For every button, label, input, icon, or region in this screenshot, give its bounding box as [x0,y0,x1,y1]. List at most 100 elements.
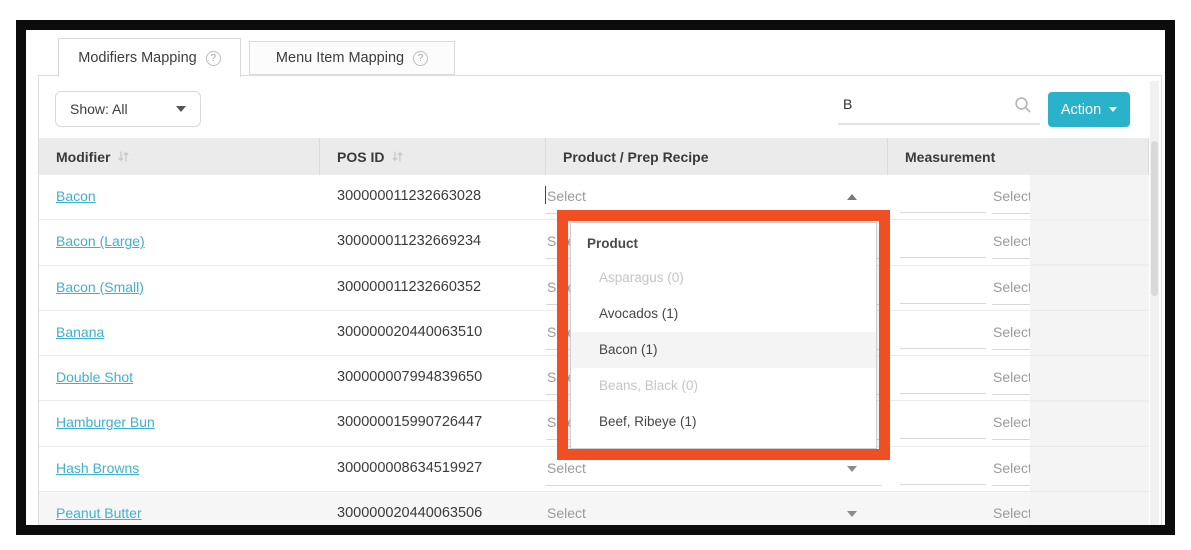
text-cursor [545,186,546,204]
scrollbar-thumb[interactable] [1151,141,1158,296]
measurement-quantity-input[interactable] [900,319,986,349]
measurement-quantity-input[interactable] [900,455,986,485]
pos-id-value: 300000020440063506 [337,505,482,521]
select-underline [992,349,1030,350]
dropdown-option[interactable]: Asparagus (0) [571,260,876,296]
measurement-unit-select[interactable]: Select [992,175,1030,220]
modifier-link[interactable]: Banana [56,324,104,340]
select-underline [546,485,882,486]
app-window-frame: Modifiers Mapping ? Menu Item Mapping ? … [16,20,1175,535]
chevron-down-icon [176,106,186,112]
select-underline [992,304,1030,305]
search-icon [1014,96,1032,119]
table-row: Banana 300000020440063510 Select Select [39,311,1030,356]
dropdown-option[interactable]: Beef, Ribeye (1) [571,404,876,440]
column-label: Modifier [56,149,110,165]
select-underline [992,213,1030,214]
measurement-quantity-input[interactable] [900,274,986,304]
table-row: Double Shot 300000007994839650 Select Se… [39,356,1030,401]
column-header-product-prep-recipe: Product / Prep Recipe [546,138,888,175]
column-header-pos-id[interactable]: POS ID [320,138,546,175]
select-underline [992,485,1030,486]
app-content: Modifiers Mapping ? Menu Item Mapping ? … [26,30,1165,525]
select-placeholder: Select [547,505,586,521]
chevron-icon [847,194,857,200]
product-recipe-select[interactable]: Select [546,447,883,492]
measurement-quantity-input[interactable] [900,228,986,258]
vertical-scrollbar[interactable] [1150,81,1159,526]
select-placeholder: Select [993,279,1030,295]
tab-label: Modifiers Mapping [78,50,196,66]
select-underline [992,394,1030,395]
table-header: Modifier POS ID Product / Prep Recipe Me… [39,138,1149,175]
pos-id-value: 300000011232663028 [337,188,481,204]
modifier-link[interactable]: Bacon [56,188,96,204]
table-row: Peanut Butter 300000020440063506 Select … [39,492,1030,526]
measurement-unit-select[interactable]: Select [992,266,1030,311]
action-button[interactable]: Action [1048,92,1130,127]
measurement-quantity-input[interactable] [900,364,986,394]
modifier-link[interactable]: Bacon (Large) [56,233,145,249]
dropdown-group-label: Product [571,223,876,260]
column-header-modifier[interactable]: Modifier [39,138,320,175]
select-underline [992,439,1030,440]
measurement-unit-select[interactable]: Select [992,447,1030,492]
measurement-quantity-input[interactable] [900,500,986,526]
measurement-unit-select[interactable]: Select [992,401,1030,446]
measurement-unit-select[interactable]: Select [992,311,1030,356]
tab-modifiers-mapping[interactable]: Modifiers Mapping ? [58,38,241,77]
select-placeholder: Select [993,505,1030,521]
pos-id-value: 300000008634519927 [337,460,482,476]
table-rows: Bacon 300000011232663028 Select Select B… [39,175,1030,526]
select-placeholder: Select [993,233,1030,249]
select-placeholder: Select [993,188,1030,204]
table-row: Bacon (Large) 300000011232669234 Select … [39,220,1030,265]
measurement-unit-select[interactable]: Select [992,220,1030,265]
dropdown-option[interactable]: Avocados (1) [571,296,876,332]
modifier-link[interactable]: Hash Browns [56,460,139,476]
pos-id-value: 300000015990726447 [337,414,482,430]
modifier-link[interactable]: Hamburger Bun [56,414,155,430]
measurement-unit-select[interactable]: Select [992,356,1030,401]
search-input[interactable]: B [843,96,852,112]
measurement-quantity-input[interactable] [900,183,986,213]
dropdown-option[interactable]: Beef, Ribeye (0) [571,440,876,449]
modifier-link[interactable]: Peanut Butter [56,505,142,521]
modifier-link[interactable]: Double Shot [56,369,133,385]
select-placeholder: Select [547,460,586,476]
table-row: Bacon (Small) 300000011232660352 Select … [39,266,1030,311]
chevron-down-icon [1109,107,1117,112]
select-underline [546,213,882,214]
select-placeholder: Select [993,369,1030,385]
pos-id-value: 300000020440063510 [337,324,482,340]
modifier-link[interactable]: Bacon (Small) [56,279,144,295]
pos-id-value: 300000007994839650 [337,369,482,385]
tab-menu-item-mapping[interactable]: Menu Item Mapping ? [249,41,455,75]
select-placeholder: Select [993,324,1030,340]
table-right-shade [1030,175,1149,526]
action-button-label: Action [1061,102,1101,118]
product-select-dropdown: Product Asparagus (0)Avocados (1)Bacon (… [570,222,877,449]
select-placeholder: Select [547,188,586,204]
column-label: Product / Prep Recipe [563,149,708,165]
dropdown-option[interactable]: Beans, Black (0) [571,368,876,404]
show-filter-dropdown[interactable]: Show: All [55,91,201,127]
help-icon[interactable]: ? [413,51,428,66]
help-icon[interactable]: ? [206,51,221,66]
select-placeholder: Select [993,414,1030,430]
dropdown-option-list: Asparagus (0)Avocados (1)Bacon (1)Beans,… [571,260,876,449]
chevron-icon [847,466,857,472]
measurement-unit-select[interactable]: Select [992,492,1030,526]
dropdown-option[interactable]: Bacon (1) [571,332,876,368]
sort-icon [391,150,404,163]
measurement-quantity-input[interactable] [900,409,986,439]
column-header-measurement: Measurement [888,138,1149,175]
select-placeholder: Select [993,460,1030,476]
table-row: Hamburger Bun 300000015990726447 Select … [39,401,1030,446]
show-filter-label: Show: All [70,101,128,117]
product-recipe-select[interactable]: Select [546,175,883,220]
pos-id-value: 300000011232660352 [337,279,481,295]
search-field[interactable]: B [838,90,1040,125]
product-recipe-select[interactable]: Select [546,492,883,526]
tab-label: Menu Item Mapping [276,50,404,66]
